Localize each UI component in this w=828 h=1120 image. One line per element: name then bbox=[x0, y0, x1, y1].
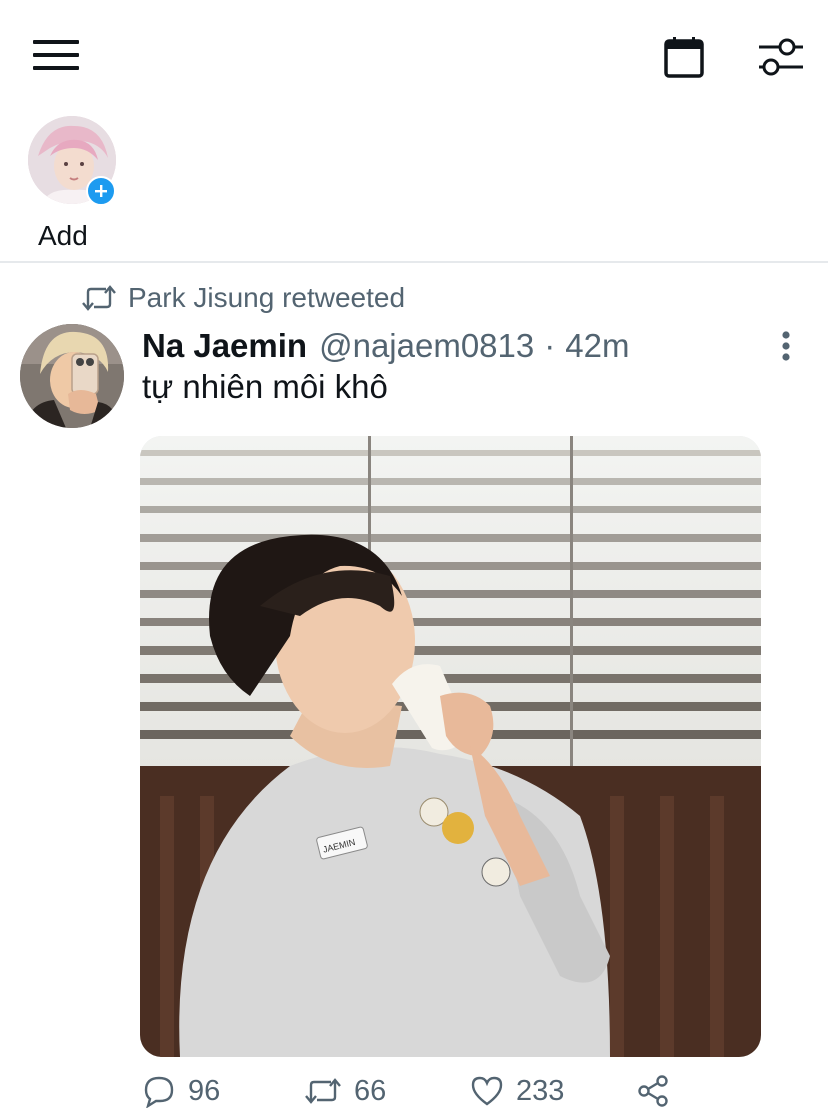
separator-dot: · bbox=[544, 327, 556, 364]
heart-icon bbox=[471, 1076, 503, 1106]
like-button[interactable]: 233 bbox=[470, 1068, 564, 1114]
retweet-count: 66 bbox=[354, 1074, 387, 1107]
retweet-icon bbox=[305, 1078, 341, 1104]
filter-button[interactable] bbox=[748, 28, 812, 86]
author-name[interactable]: Na Jaemin bbox=[142, 327, 307, 365]
like-count: 233 bbox=[516, 1074, 565, 1107]
fleets-row: Add bbox=[0, 112, 828, 260]
tweet-timestamp[interactable]: 42m bbox=[565, 327, 629, 365]
tweet-text: tự nhiên môi khô bbox=[142, 368, 388, 405]
more-options-button[interactable] bbox=[768, 326, 804, 366]
add-fleet-label: Add bbox=[38, 220, 88, 251]
reply-button[interactable]: 96 bbox=[142, 1068, 220, 1114]
divider bbox=[0, 261, 828, 263]
menu-button[interactable] bbox=[22, 28, 90, 82]
more-vertical-icon bbox=[782, 331, 790, 361]
tweet-header: Na Jaemin @najaem0813 · 42m bbox=[142, 322, 629, 370]
reply-icon bbox=[144, 1076, 174, 1108]
retweet-context[interactable]: Park Jisung retweeted bbox=[82, 278, 405, 318]
calendar-icon bbox=[664, 37, 704, 78]
calendar-button[interactable] bbox=[652, 28, 716, 86]
top-bar bbox=[0, 0, 828, 110]
add-plus-icon bbox=[86, 176, 116, 206]
share-icon bbox=[638, 1075, 668, 1107]
retweeted-by-text: Park Jisung retweeted bbox=[128, 282, 406, 313]
retweet-button[interactable]: 66 bbox=[304, 1068, 386, 1114]
author-avatar[interactable] bbox=[20, 324, 124, 428]
reply-count: 96 bbox=[188, 1074, 221, 1107]
tweet-actions: 96 66 233 bbox=[140, 1068, 761, 1114]
tweet-media-image[interactable]: JAEMIN bbox=[140, 436, 761, 1057]
retweet-icon bbox=[82, 285, 116, 311]
author-handle[interactable]: @najaem0813 bbox=[319, 327, 534, 365]
photo: JAEMIN bbox=[140, 436, 761, 1057]
share-button[interactable] bbox=[636, 1068, 670, 1114]
hamburger-menu-icon bbox=[33, 40, 79, 70]
author-portrait bbox=[20, 324, 124, 428]
sliders-filter-icon bbox=[759, 38, 803, 76]
